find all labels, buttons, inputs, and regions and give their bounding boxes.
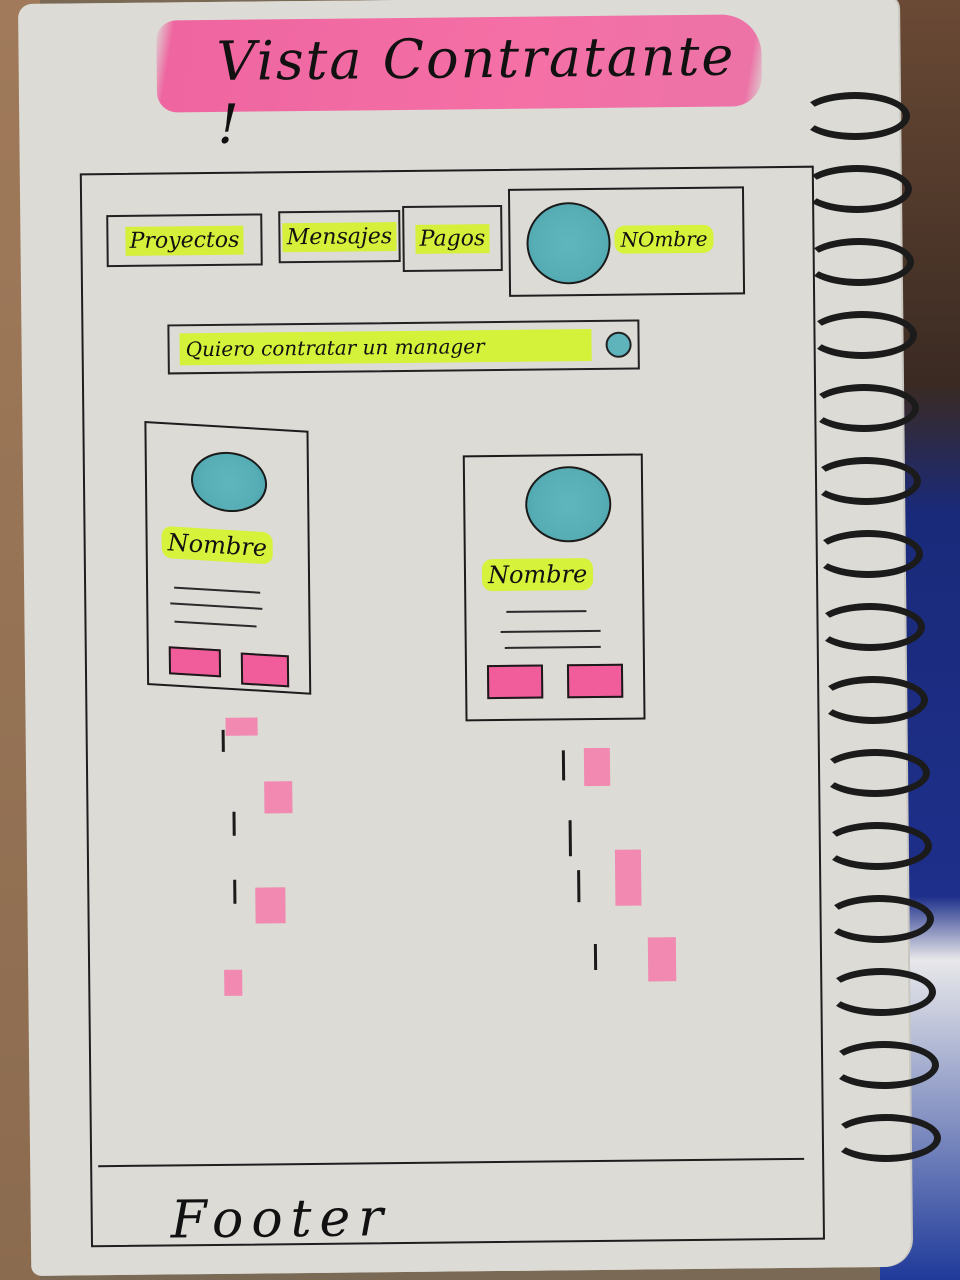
card-action-button[interactable] [168, 646, 222, 678]
card-action-button[interactable] [240, 652, 290, 688]
continuation-mark [614, 849, 642, 906]
spiral-ring [817, 676, 928, 724]
continuation-mark [583, 747, 611, 787]
spiral-ring [806, 311, 917, 359]
profile-name: NOmbre [614, 224, 714, 254]
search-input[interactable]: Quiero contratar un manager [179, 329, 592, 366]
card-text-line [504, 645, 601, 649]
tab-pagos[interactable]: Pagos [402, 204, 503, 272]
continuation-mark [593, 943, 598, 971]
card-avatar [190, 449, 268, 515]
card-avatar [524, 465, 612, 543]
continuation-mark [568, 820, 572, 857]
page-title: Vista Contratante ! [216, 24, 736, 156]
spiral-ring [808, 384, 919, 432]
spiral-ring [802, 165, 913, 213]
continuation-mark [647, 937, 677, 982]
spiral-ring [811, 457, 921, 505]
spiral-ring [826, 968, 937, 1016]
profile-menu[interactable]: NOmbre [507, 186, 746, 297]
notebook-page: Vista Contratante ! Proyectos Mensajes P… [18, 0, 912, 1276]
continuation-mark [577, 870, 581, 903]
continuation-mark [233, 879, 237, 904]
search-bar[interactable]: Quiero contratar un manager [167, 319, 640, 375]
card-name: Nombre [481, 558, 594, 592]
card-action-button[interactable] [486, 664, 544, 700]
spiral-ring [822, 822, 932, 870]
card-text-line [174, 620, 257, 628]
continuation-mark [264, 781, 293, 814]
card-name: Nombre [161, 525, 274, 565]
footer: Footer [170, 1188, 392, 1251]
continuation-mark [232, 811, 236, 836]
card-text-line [174, 586, 261, 594]
continuation-mark [221, 729, 225, 752]
continuation-mark [255, 887, 286, 924]
search-icon[interactable] [605, 331, 632, 358]
manager-card[interactable]: Nombre [144, 420, 312, 695]
spiral-ring [828, 1041, 939, 1089]
spiral-ring [813, 530, 924, 578]
tab-mensajes-label: Mensajes [282, 221, 397, 252]
continuation-mark [224, 969, 243, 996]
card-text-line [500, 629, 601, 633]
manager-card[interactable]: Nombre [462, 453, 646, 722]
profile-avatar [526, 201, 611, 285]
tab-mensajes[interactable]: Mensajes [278, 210, 401, 264]
continuation-mark [225, 717, 258, 736]
spiral-ring [830, 1114, 941, 1162]
card-text-line [170, 602, 263, 610]
spiral-ring [804, 238, 915, 286]
card-action-button[interactable] [566, 663, 624, 699]
continuation-mark [561, 750, 566, 781]
spiral-ring [800, 92, 910, 140]
tab-proyectos[interactable]: Proyectos [106, 213, 263, 268]
tab-proyectos-label: Proyectos [125, 225, 244, 256]
spiral-ring [815, 603, 926, 651]
tab-pagos-label: Pagos [415, 223, 490, 254]
card-text-line [506, 610, 587, 613]
spiral-ring [819, 749, 930, 797]
page-title-highlight: Vista Contratante ! [156, 14, 763, 156]
spiral-ring [824, 895, 935, 943]
